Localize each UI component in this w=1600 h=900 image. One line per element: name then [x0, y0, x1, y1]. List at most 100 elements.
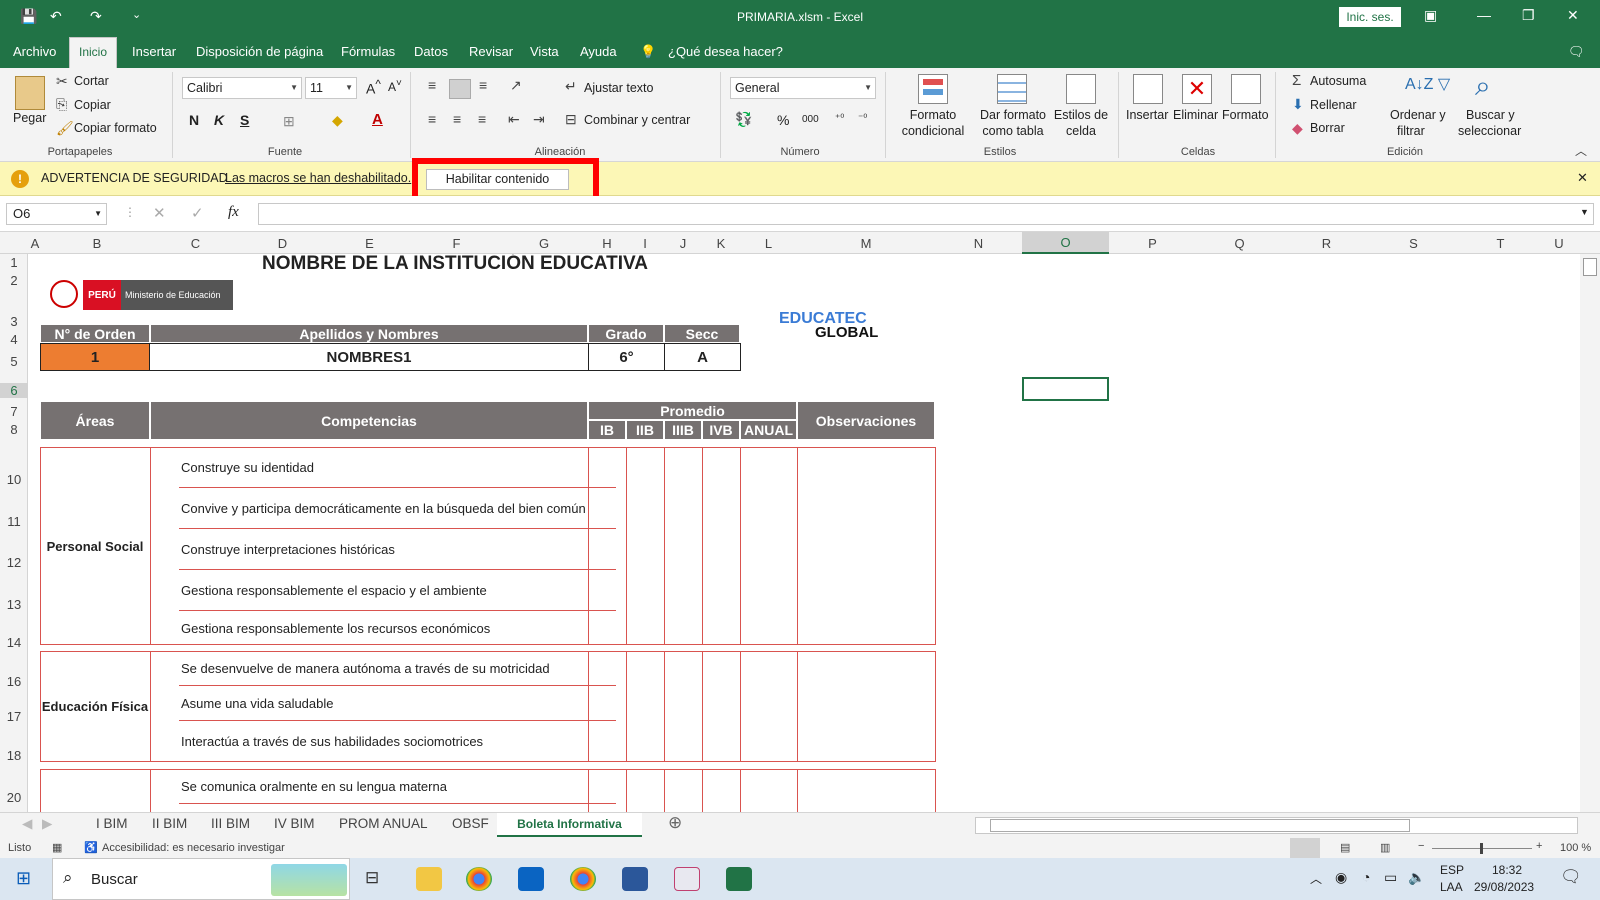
maximize-icon[interactable]: ❐	[1522, 7, 1535, 24]
row-header[interactable]: 3	[0, 314, 28, 329]
zoom-slider-thumb[interactable]	[1480, 843, 1483, 854]
column-header[interactable]: B	[42, 236, 152, 251]
expand-formula-icon[interactable]: ▼	[1580, 207, 1589, 217]
enter-icon[interactable]: ✓	[191, 204, 204, 222]
column-header[interactable]: E	[326, 236, 413, 251]
row-header[interactable]: 20	[0, 790, 28, 805]
paste-icon[interactable]	[15, 76, 45, 110]
vertical-scrollbar[interactable]	[1580, 254, 1600, 812]
row-header[interactable]: 1	[0, 255, 28, 270]
column-header[interactable]: D	[239, 236, 326, 251]
delete-cells-button[interactable]: Eliminar	[1173, 108, 1218, 122]
scroll-thumb[interactable]	[990, 819, 1410, 832]
row-header[interactable]: 2	[0, 273, 28, 288]
column-header[interactable]: F	[413, 236, 500, 251]
language-code[interactable]: ESP	[1440, 863, 1464, 877]
row-header-selected[interactable]: 6	[0, 383, 28, 398]
column-header[interactable]: C	[152, 236, 239, 251]
excel-icon[interactable]	[726, 867, 752, 891]
tab-datos[interactable]: Datos	[414, 44, 448, 59]
cancel-icon[interactable]: ✕	[153, 204, 166, 222]
row-header[interactable]: 13	[0, 597, 28, 612]
security-message-link[interactable]: Las macros se han deshabilitado.	[225, 171, 411, 185]
scroll-left-icon[interactable]: ◀	[22, 816, 32, 832]
merge-center-button[interactable]: Combinar y centrar	[584, 113, 690, 127]
sheet-tab[interactable]: OBSF	[452, 816, 489, 831]
column-header[interactable]: P	[1109, 236, 1196, 251]
clear-button[interactable]: Borrar	[1310, 121, 1345, 135]
tab-revisar[interactable]: Revisar	[469, 44, 513, 59]
align-middle-icon[interactable]	[449, 79, 471, 99]
font-name-combo[interactable]: Calibri ▼	[182, 77, 302, 99]
borders-icon[interactable]: ⊞	[283, 113, 295, 130]
collapse-ribbon-icon[interactable]: ︿	[1575, 142, 1587, 159]
column-header[interactable]: A	[28, 236, 42, 251]
find-select-button[interactable]: Buscar y	[1466, 108, 1515, 122]
battery-icon[interactable]: ▭	[1384, 869, 1397, 886]
column-header[interactable]: M	[797, 236, 935, 251]
active-cell[interactable]	[1022, 377, 1109, 401]
function-icon[interactable]: fx	[228, 204, 239, 221]
autosum-button[interactable]: Autosuma	[1310, 74, 1366, 88]
horizontal-scrollbar[interactable]	[975, 817, 1578, 834]
grow-font-icon[interactable]: A^	[366, 78, 381, 97]
sheet-tab[interactable]: IV BIM	[274, 816, 315, 831]
row-header[interactable]: 12	[0, 555, 28, 570]
row-header[interactable]: 4	[0, 332, 28, 347]
chrome-profile-icon[interactable]	[570, 867, 596, 891]
sheet-tab[interactable]: PROM ANUAL	[339, 816, 428, 831]
column-header[interactable]: I	[626, 236, 664, 251]
minimize-icon[interactable]: —	[1477, 7, 1491, 23]
column-header[interactable]: Q	[1196, 236, 1283, 251]
row-header[interactable]: 17	[0, 709, 28, 724]
row-header[interactable]: 16	[0, 674, 28, 689]
column-header[interactable]: L	[740, 236, 797, 251]
column-header[interactable]: U	[1544, 236, 1574, 251]
ribbon-display-icon[interactable]: ▣	[1424, 7, 1437, 24]
name-box[interactable]: O6 ▼	[6, 203, 107, 225]
show-hidden-icons[interactable]: ︿	[1310, 870, 1322, 887]
column-header[interactable]: H	[588, 236, 626, 251]
percent-icon[interactable]: %	[777, 112, 789, 128]
align-left-icon[interactable]: ≡	[428, 111, 436, 127]
sheet-tab-active[interactable]: Boleta Informativa	[497, 813, 642, 837]
sheet-tab[interactable]: I BIM	[96, 816, 128, 831]
column-header[interactable]: K	[702, 236, 740, 251]
file-explorer-icon[interactable]	[416, 867, 442, 891]
row-header[interactable]: 18	[0, 748, 28, 763]
column-header[interactable]: R	[1283, 236, 1370, 251]
sign-in-button[interactable]: Inic. ses.	[1339, 7, 1401, 27]
fill-color-icon[interactable]: ◆	[332, 112, 343, 129]
scroll-right-icon[interactable]: ▶	[42, 816, 52, 832]
sheet-tab[interactable]: III BIM	[211, 816, 250, 831]
tab-archivo[interactable]: Archivo	[13, 44, 56, 59]
shrink-font-icon[interactable]: A˅	[388, 78, 402, 94]
tell-me-box[interactable]: ¿Qué desea hacer?	[668, 44, 783, 59]
tab-disposicion[interactable]: Disposición de página	[196, 44, 323, 59]
column-header[interactable]: N	[935, 236, 1022, 251]
close-icon[interactable]: ✕	[1577, 170, 1588, 186]
accessibility-status[interactable]: Accesibilidad: es necesario investigar	[102, 842, 285, 854]
scroll-thumb[interactable]	[1583, 258, 1597, 276]
cell-styles-button[interactable]: Estilos de	[1050, 108, 1112, 122]
meet-now-icon[interactable]: ◉	[1335, 869, 1347, 886]
worksheet[interactable]: NOMBRE DE LA INSTITUCIÓN EDUCATIVA PERÚ …	[28, 254, 1574, 812]
format-painter-button[interactable]: Copiar formato	[74, 121, 157, 135]
clock-time[interactable]: 18:32	[1492, 863, 1522, 877]
column-header[interactable]: S	[1370, 236, 1457, 251]
sort-filter-button[interactable]: Ordenar y	[1390, 108, 1446, 122]
select-all-corner[interactable]	[0, 232, 28, 254]
tab-insertar[interactable]: Insertar	[132, 44, 176, 59]
volume-icon[interactable]: 🔈	[1408, 869, 1425, 886]
cut-button[interactable]: Cortar	[74, 74, 109, 88]
add-sheet-icon[interactable]: ⊕	[668, 813, 682, 833]
macro-record-icon[interactable]: ▦	[52, 841, 62, 854]
italic-button[interactable]: K	[214, 112, 224, 128]
font-size-combo[interactable]: 11 ▼	[305, 77, 357, 99]
comma-style-icon[interactable]: 000	[802, 114, 819, 125]
taskbar-search[interactable]: ⌕ Buscar	[52, 858, 350, 900]
zoom-out-icon[interactable]: −	[1418, 840, 1424, 852]
word-icon[interactable]	[622, 867, 648, 891]
decrease-indent-icon[interactable]: ⇤	[508, 111, 520, 128]
decrease-decimal-icon[interactable]: ⁻⁰	[858, 113, 867, 124]
